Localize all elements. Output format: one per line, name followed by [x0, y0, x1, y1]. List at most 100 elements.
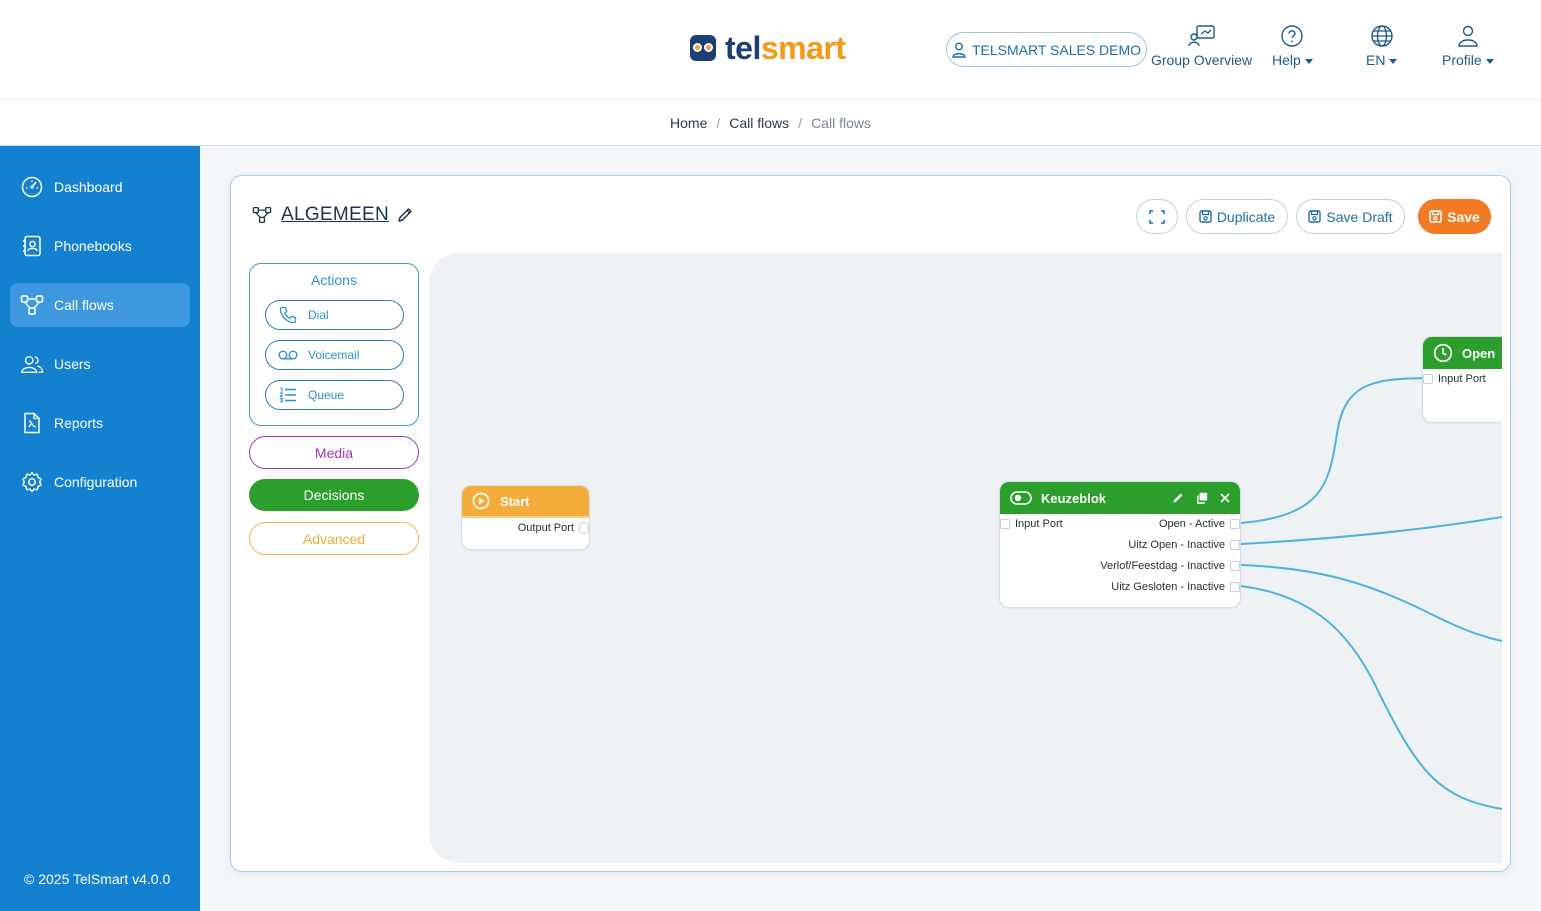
breadcrumb-separator: / — [798, 114, 803, 131]
sidebar-item-reports[interactable]: Reports — [10, 401, 190, 445]
port-label: Output Port — [517, 522, 574, 534]
palette-queue-label: Queue — [308, 388, 345, 402]
voicemail-icon — [278, 345, 298, 365]
group-overview-icon — [1187, 25, 1215, 47]
output-port-handle[interactable] — [1230, 519, 1240, 529]
actions-heading: Actions — [311, 272, 357, 288]
open-node[interactable]: Open Input Port — [1422, 336, 1502, 423]
sidebar-item-label: Reports — [54, 415, 104, 431]
output-port-handle[interactable] — [1230, 582, 1240, 592]
chevron-down-icon — [1304, 58, 1313, 64]
account-name: TELSMART SALES DEMO — [971, 41, 1142, 58]
actions-palette: Actions Dial Voicemail Queue — [249, 263, 419, 426]
sidebar-item-users[interactable]: Users — [10, 342, 190, 386]
copy-icon[interactable] — [1196, 492, 1208, 504]
chevron-down-icon — [1485, 58, 1494, 64]
owl-logo-icon — [690, 35, 716, 61]
flow-title-row: ALGEMEEN — [251, 204, 413, 226]
wire-verlof — [1240, 564, 1502, 642]
profile-icon — [1458, 25, 1478, 47]
ordered-list-icon — [278, 385, 298, 405]
group-overview-link[interactable]: Group Overview — [1151, 24, 1252, 68]
pencil-edit-icon[interactable] — [397, 207, 413, 223]
keuzeblok-port-row: Verlof/Feestdag - Inactive — [1000, 556, 1240, 577]
floppy-disk-icon — [1429, 210, 1442, 223]
sidebar-item-phonebooks[interactable]: Phonebooks — [10, 224, 190, 268]
palette-voicemail-button[interactable]: Voicemail — [265, 340, 404, 370]
logo-text-smart: smart — [760, 30, 846, 66]
open-node-title: Open — [1462, 345, 1496, 361]
profile-menu[interactable]: Profile — [1442, 24, 1494, 68]
save-button[interactable]: Save — [1418, 199, 1491, 234]
keuzeblok-node-title: Keuzeblok — [1041, 490, 1107, 506]
input-port-handle[interactable] — [1423, 374, 1433, 384]
account-selector-button[interactable]: TELSMART SALES DEMO — [946, 32, 1147, 67]
start-node-title: Start — [500, 493, 530, 509]
port-label: Uitz Open - Inactive — [1128, 539, 1225, 551]
sidebar-item-label: Phonebooks — [54, 238, 132, 254]
callflow-icon — [20, 293, 44, 317]
wire-open-active — [1240, 377, 1427, 524]
start-node[interactable]: Start Output Port — [461, 485, 590, 550]
input-port-handle[interactable] — [1000, 519, 1010, 529]
help-icon — [1281, 25, 1304, 47]
fullscreen-button[interactable] — [1136, 199, 1178, 234]
play-circle-icon — [472, 492, 490, 510]
wire-uitz-open — [1240, 516, 1502, 545]
pencil-edit-icon[interactable] — [1172, 492, 1184, 504]
breadcrumb-call-flows[interactable]: Call flows — [729, 115, 789, 131]
port-label: Input Port — [1015, 518, 1063, 530]
start-output-port: Output Port — [462, 518, 589, 539]
duplicate-label: Duplicate — [1216, 208, 1276, 225]
globe-icon — [1371, 25, 1393, 47]
telsmart-logo[interactable]: telsmart — [690, 30, 846, 66]
palette-advanced-category[interactable]: Advanced — [249, 522, 419, 555]
floppy-disk-icon — [1199, 210, 1212, 223]
phone-icon — [278, 305, 298, 325]
palette-queue-button[interactable]: Queue — [265, 380, 404, 410]
keuzeblok-port-row: Input Port Open - Active — [1000, 514, 1240, 535]
group-overview-label: Group Overview — [1151, 52, 1253, 68]
keuzeblok-port-row: Uitz Gesloten - Inactive — [1000, 577, 1240, 598]
output-port-handle[interactable] — [1230, 540, 1240, 550]
palette-media-category[interactable]: Media — [249, 436, 419, 469]
connection-wires — [1240, 377, 1502, 810]
save-draft-button[interactable]: Save Draft — [1296, 199, 1405, 234]
port-label: Open - Active — [1158, 518, 1225, 530]
breadcrumb-home[interactable]: Home — [670, 115, 707, 131]
sidebar-item-label: Dashboard — [54, 179, 123, 195]
sidebar-item-label: Users — [54, 356, 91, 372]
sidebar: Dashboard Phonebooks Call flows Users Re… — [0, 146, 200, 911]
sidebar-item-label: Call flows — [54, 297, 114, 313]
open-input-port: Input Port — [1423, 369, 1502, 390]
keuzeblok-port-row: Uitz Open - Inactive — [1000, 535, 1240, 556]
phonebook-icon — [20, 234, 44, 258]
users-icon — [20, 352, 44, 376]
keuzeblok-node[interactable]: Keuzeblok Input Port Open - Active Uitz … — [999, 481, 1241, 608]
palette-decisions-category[interactable]: Decisions — [249, 479, 419, 511]
palette-dial-button[interactable]: Dial — [265, 300, 404, 330]
sidebar-item-call-flows[interactable]: Call flows — [10, 283, 190, 327]
gear-icon — [20, 470, 44, 494]
port-label: Verlof/Feestdag - Inactive — [1100, 560, 1225, 572]
sidebar-item-dashboard[interactable]: Dashboard — [10, 165, 190, 209]
breadcrumb-separator: / — [716, 114, 721, 131]
help-menu[interactable]: Help — [1272, 24, 1313, 68]
toggle-switch-icon — [1010, 491, 1032, 505]
duplicate-button[interactable]: Duplicate — [1186, 199, 1288, 234]
port-label: Uitz Gesloten - Inactive — [1111, 581, 1225, 593]
footer-copyright: © 2025 TelSmart v4.0.0 — [24, 871, 171, 887]
palette-dial-label: Dial — [308, 308, 329, 322]
output-port-handle[interactable] — [1230, 561, 1240, 571]
language-menu[interactable]: EN — [1366, 24, 1398, 68]
floppy-disk-icon — [1308, 210, 1322, 223]
close-icon[interactable] — [1220, 493, 1230, 503]
clock-icon — [1433, 343, 1453, 363]
flow-canvas[interactable]: Start Output Port Keuzeblok Input Port O… — [429, 253, 1502, 863]
callflow-editor-card: ALGEMEEN Duplicate Save Draft Save Actio… — [230, 175, 1511, 872]
sidebar-item-configuration[interactable]: Configuration — [10, 460, 190, 504]
language-label: EN — [1366, 52, 1386, 68]
flow-name[interactable]: ALGEMEEN — [281, 204, 389, 226]
output-port-handle[interactable] — [579, 523, 589, 533]
port-label: Input Port — [1438, 373, 1486, 385]
